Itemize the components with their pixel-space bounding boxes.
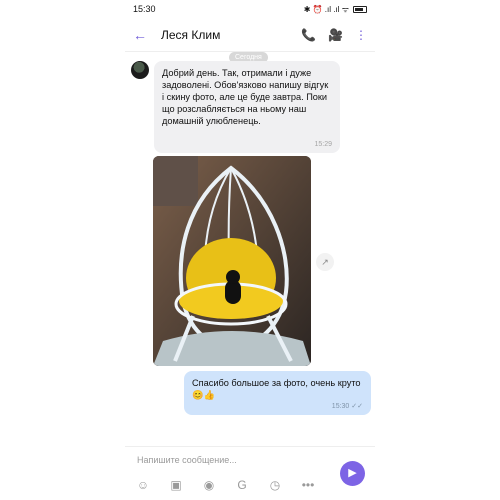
gallery-icon[interactable]: ▣ [168, 477, 184, 493]
incoming-message-time: 15:29 [314, 141, 332, 148]
status-icons: ✱ ⏰ .ıl .ıl ᯤ [304, 4, 367, 15]
contact-avatar[interactable] [131, 61, 149, 79]
outgoing-message-text: Спасибо большое за фото, очень круто 😊👍 [192, 378, 361, 400]
timer-icon[interactable]: ◷ [267, 477, 283, 493]
gif-icon[interactable]: G [234, 477, 250, 493]
sticker-icon[interactable]: ☺ [135, 477, 151, 493]
battery-icon [353, 5, 367, 13]
signal-icons: ✱ ⏰ .ıl .ıl ᯤ [303, 4, 349, 14]
back-arrow-icon[interactable]: ← [133, 27, 155, 43]
outgoing-message[interactable]: Спасибо большое за фото, очень круто 😊👍 … [184, 371, 371, 415]
phone-icon[interactable]: 📞 [301, 28, 316, 42]
incoming-message-text: Добрий день. Так, отримали і дуже задово… [162, 68, 329, 126]
message-composer: Напишите сообщение... ☺ ▣ ◉ G ◷ ••• ▶ [125, 446, 375, 500]
status-time: 15:30 [133, 4, 156, 14]
composer-toolbar: ☺ ▣ ◉ G ◷ ••• [135, 477, 316, 493]
forward-icon[interactable]: ↗ [316, 253, 334, 271]
send-button[interactable]: ▶ [340, 461, 365, 486]
camera-icon[interactable]: ◉ [201, 477, 217, 493]
chat-screen: 15:30 ✱ ⏰ .ıl .ıl ᯤ ← Леся Клим 📞 🎥 ⋮ Се… [125, 0, 375, 500]
status-bar: 15:30 ✱ ⏰ .ıl .ıl ᯤ [125, 0, 375, 18]
video-icon[interactable]: 🎥 [328, 28, 343, 42]
more-options-icon[interactable]: ••• [300, 477, 316, 493]
more-menu-icon[interactable]: ⋮ [355, 28, 367, 42]
chat-header: ← Леся Клим 📞 🎥 ⋮ [125, 18, 375, 52]
outgoing-message-time: 15:30 ✓✓ [331, 403, 363, 410]
contact-name[interactable]: Леся Клим [161, 28, 289, 42]
incoming-message[interactable]: Добрий день. Так, отримали і дуже задово… [154, 61, 340, 153]
shared-photo[interactable] [153, 156, 311, 366]
hanging-chair-photo-icon [153, 156, 311, 366]
message-input[interactable]: Напишите сообщение... [137, 455, 237, 465]
